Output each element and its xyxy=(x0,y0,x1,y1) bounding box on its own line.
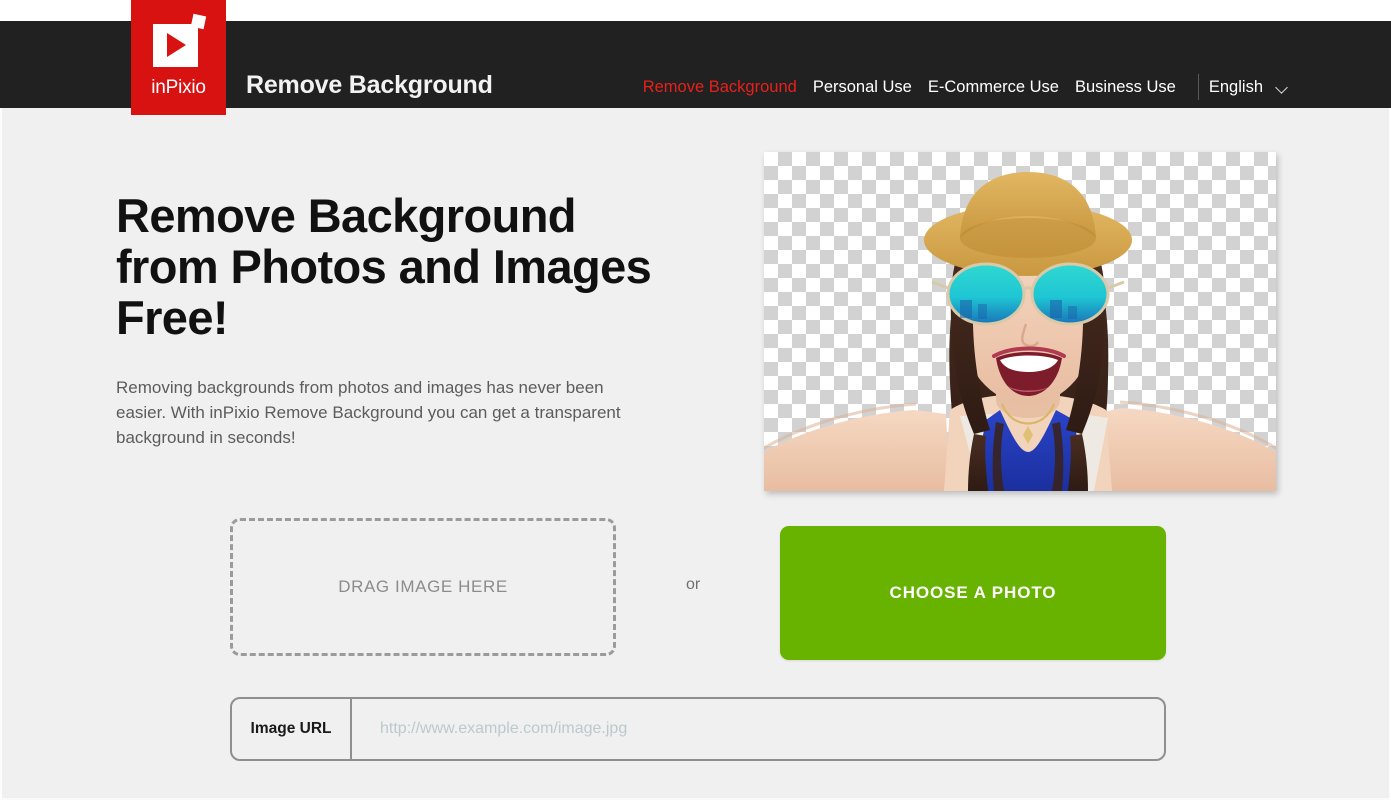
inpixio-logo-mark-icon xyxy=(152,13,206,67)
cutout-photo-illustration xyxy=(764,172,1276,491)
nav-item-ecommerce-use[interactable]: E-Commerce Use xyxy=(920,78,1067,97)
page-body: Remove Background from Photos and Images… xyxy=(0,108,1391,800)
header-inner: inPixio Remove Background Remove Backgro… xyxy=(0,0,1391,115)
image-url-input[interactable] xyxy=(352,699,1164,759)
hero-preview-image xyxy=(764,152,1276,491)
image-url-row: Image URL xyxy=(230,697,1166,761)
or-separator-label: or xyxy=(686,576,701,593)
inpixio-logo[interactable]: inPixio xyxy=(131,0,226,115)
page-headline: Remove Background from Photos and Images… xyxy=(116,189,652,344)
main-navigation: Remove Background Personal Use E-Commerc… xyxy=(635,74,1293,100)
nav-divider xyxy=(1197,74,1199,100)
logo-wordmark: inPixio xyxy=(151,77,206,98)
page-root: inPixio Remove Background Remove Backgro… xyxy=(0,0,1391,800)
language-selector[interactable]: English xyxy=(1209,78,1293,97)
chevron-down-icon xyxy=(1276,83,1289,91)
drag-image-dropzone[interactable]: DRAG IMAGE HERE xyxy=(230,518,616,656)
image-url-label: Image URL xyxy=(232,699,352,759)
header-title: Remove Background xyxy=(246,71,493,99)
logo-diamond-icon xyxy=(190,13,206,30)
play-triangle-icon xyxy=(166,33,186,57)
nav-item-business-use[interactable]: Business Use xyxy=(1067,78,1184,97)
choose-a-photo-button[interactable]: CHOOSE A PHOTO xyxy=(780,526,1166,660)
nav-item-personal-use[interactable]: Personal Use xyxy=(805,78,920,97)
page-subtitle: Removing backgrounds from photos and ima… xyxy=(116,378,621,447)
site-header: inPixio Remove Background Remove Backgro… xyxy=(0,0,1391,115)
nav-item-remove-background[interactable]: Remove Background xyxy=(635,78,805,97)
language-label: English xyxy=(1208,77,1263,96)
dropzone-label: DRAG IMAGE HERE xyxy=(338,577,508,596)
